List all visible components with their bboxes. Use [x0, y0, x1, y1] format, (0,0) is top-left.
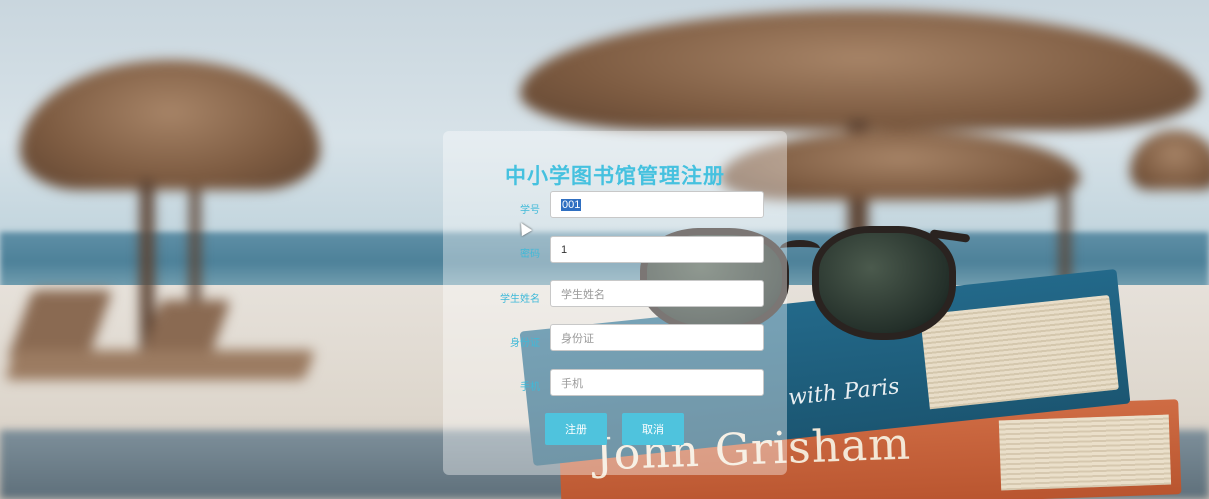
phone-label: 手机	[520, 382, 540, 393]
student-id-input[interactable]: 001	[550, 191, 764, 218]
cancel-button[interactable]: 取消	[622, 413, 684, 445]
register-button[interactable]: 注册	[545, 413, 607, 445]
phone-input[interactable]: 手机	[550, 369, 764, 396]
password-value: 1	[561, 243, 568, 256]
student-name-input[interactable]: 学生姓名	[550, 280, 764, 307]
id-card-input[interactable]: 身份证	[550, 324, 764, 351]
student-id-label: 学号	[520, 205, 540, 216]
phone-placeholder: 手机	[561, 377, 583, 390]
password-label: 密码	[520, 249, 540, 260]
student-id-value: 001	[561, 198, 582, 211]
id-card-label: 身份证	[510, 338, 540, 349]
page-title: 中小学图书馆管理注册	[505, 164, 725, 188]
student-name-placeholder: 学生姓名	[561, 288, 605, 301]
student-name-label: 学生姓名	[500, 294, 540, 305]
password-input[interactable]: 1	[550, 236, 764, 263]
id-card-placeholder: 身份证	[561, 332, 594, 345]
